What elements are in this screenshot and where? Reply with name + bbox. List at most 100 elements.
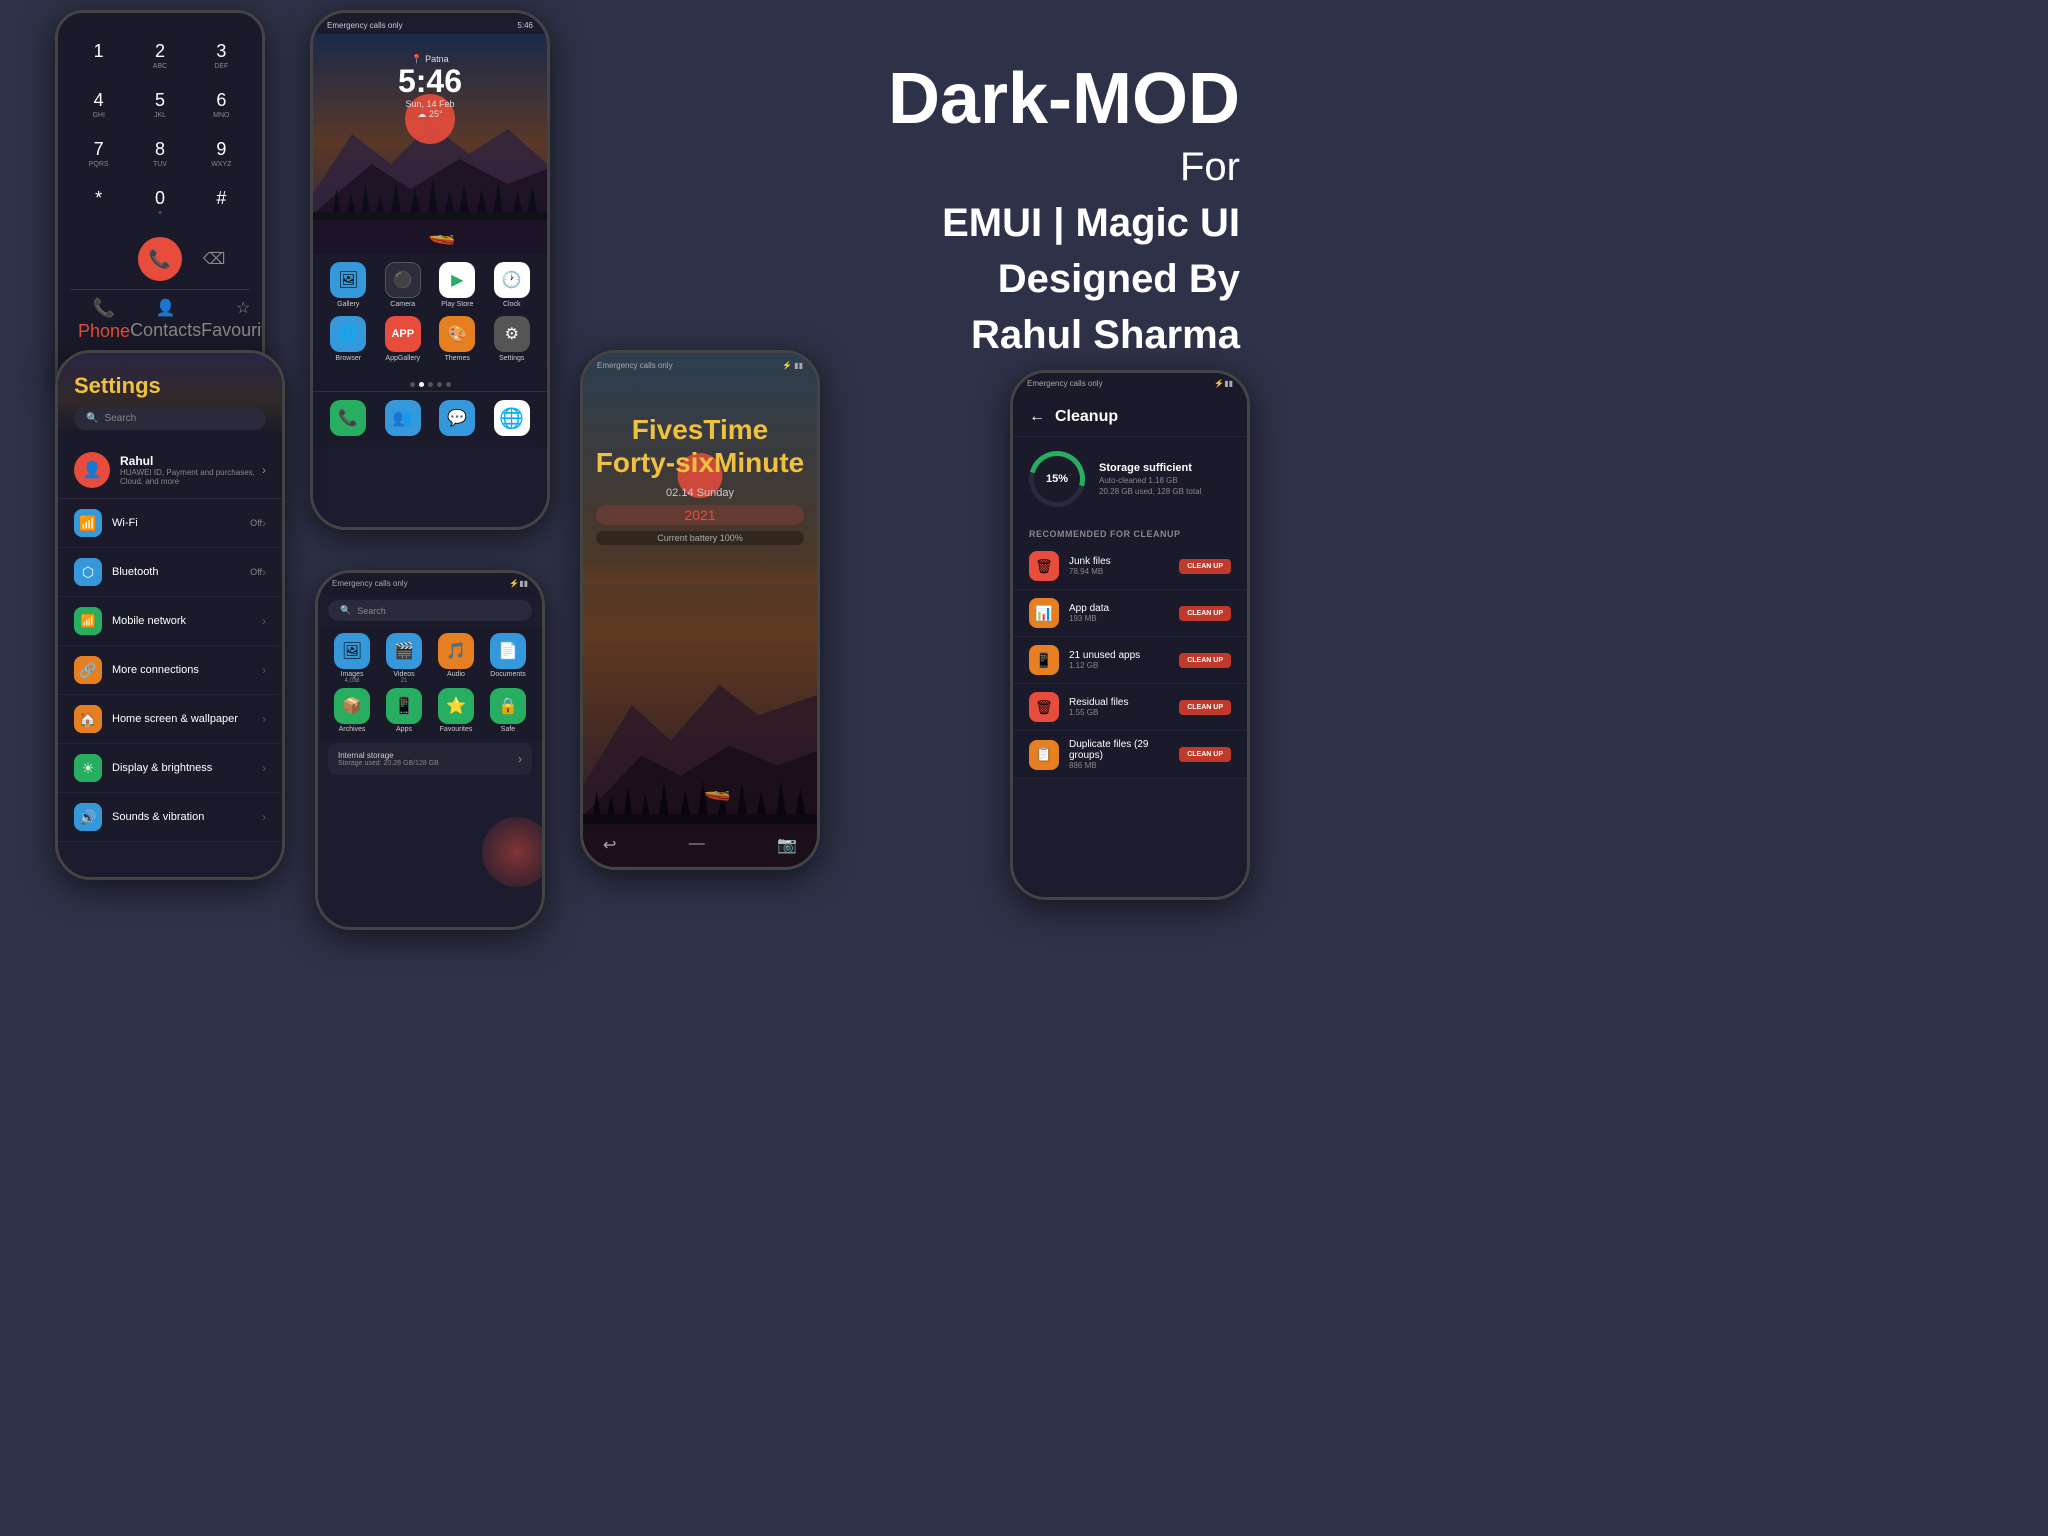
dot-4 bbox=[437, 382, 442, 387]
dot-3 bbox=[428, 382, 433, 387]
storage-info: Internal storage Storage used: 20.28 GB/… bbox=[338, 751, 439, 767]
settings-item-display[interactable]: ☀ Display & brightness › bbox=[58, 744, 282, 793]
dialer-key-star[interactable]: * bbox=[70, 180, 127, 225]
files-videos[interactable]: 🎬 Videos 21 bbox=[380, 633, 428, 684]
dialer-key-1[interactable]: 1 bbox=[70, 33, 127, 78]
dialer-key-hash[interactable]: # bbox=[193, 180, 250, 225]
dock-messages[interactable]: 💬 bbox=[433, 400, 481, 439]
app-clock[interactable]: 🕐 Clock bbox=[488, 262, 536, 308]
phone-dock-icon: 📞 bbox=[330, 400, 366, 436]
phone-tab[interactable]: 📞Phone bbox=[78, 298, 130, 344]
status-left: Emergency calls only bbox=[327, 21, 403, 30]
settings-item-more-connections[interactable]: 🔗 More connections › bbox=[58, 646, 282, 695]
profile-desc: HUAWEI ID, Payment and purchases, Cloud,… bbox=[120, 468, 262, 486]
apps-row-1: 🖼 Gallery ⚫ Camera ▶ Play Store 🕐 Clock bbox=[321, 262, 539, 308]
dialer-key-3[interactable]: 3DEF bbox=[193, 33, 250, 78]
clock-status-bar: Emergency calls only ⚡ ▮▮ bbox=[583, 361, 817, 370]
files-favourites[interactable]: ⭐ Favourites bbox=[432, 688, 480, 733]
cleanup-item-residual: 🗑 Residual files 1.55 GB CLEAN UP bbox=[1013, 684, 1247, 731]
app-camera[interactable]: ⚫ Camera bbox=[379, 262, 427, 308]
cleanup-info: Storage sufficient Auto-cleaned 1.18 GB … bbox=[1099, 462, 1231, 496]
settings-item-wifi[interactable]: 📶 Wi-Fi Off › bbox=[58, 499, 282, 548]
sound-icon: 🔊 bbox=[74, 803, 102, 831]
title-for: For bbox=[888, 139, 1240, 195]
files-images[interactable]: 🖼 Images 4,038 bbox=[328, 633, 376, 684]
camera-shortcut-icon[interactable]: 📷 bbox=[777, 835, 797, 855]
chrome-dock-icon: 🌐 bbox=[494, 400, 530, 436]
files-storage[interactable]: Internal storage Storage used: 20.28 GB/… bbox=[328, 743, 532, 775]
clock-icon: 🕐 bbox=[494, 262, 530, 298]
chevron-right-icon: › bbox=[262, 810, 266, 824]
clock-bottom-bar: ↩ — 📷 bbox=[583, 835, 817, 855]
sun-deco bbox=[482, 817, 542, 887]
playstore-icon: ▶ bbox=[439, 262, 475, 298]
files-documents[interactable]: 📄 Documents bbox=[484, 633, 532, 684]
home-wallpaper-icon: 🏠 bbox=[74, 705, 102, 733]
settings-profile[interactable]: 👤 Rahul HUAWEI ID, Payment and purchases… bbox=[58, 442, 282, 499]
home-screen: Emergency calls only 5:46 bbox=[313, 13, 547, 527]
settings-item-home[interactable]: 🏠 Home screen & wallpaper › bbox=[58, 695, 282, 744]
settings-item-sounds[interactable]: 🔊 Sounds & vibration › bbox=[58, 793, 282, 842]
clean-up-duplicate-button[interactable]: CLEAN UP bbox=[1179, 747, 1231, 762]
clean-up-residual-button[interactable]: CLEAN UP bbox=[1179, 700, 1231, 715]
home-apps-grid: 🖼 Gallery ⚫ Camera ▶ Play Store 🕐 Clock bbox=[313, 254, 547, 378]
chevron-right-icon: › bbox=[262, 614, 266, 628]
clock-time-line1: FivesTime bbox=[596, 413, 804, 447]
dialer-key-8[interactable]: 8TUV bbox=[131, 131, 188, 176]
favourites-tab[interactable]: ☆Favourites bbox=[201, 298, 262, 344]
phone-dialer: 1 2ABC 3DEF 4GHI 5JKL 6MNO 7PQRS 8TUV 9W… bbox=[55, 10, 265, 380]
app-gallery[interactable]: 🖼 Gallery bbox=[324, 262, 372, 308]
dialer-key-0[interactable]: 0+ bbox=[131, 180, 188, 225]
phone-files: Emergency calls only ⚡▮▮ 🔍 Search 🖼 Imag… bbox=[315, 570, 545, 930]
files-status-left: Emergency calls only bbox=[332, 579, 408, 588]
dialer-key-9[interactable]: 9WXYZ bbox=[193, 131, 250, 176]
cleanup-title: Cleanup bbox=[1055, 408, 1118, 426]
unused-apps-icon: 📱 bbox=[1029, 645, 1059, 675]
archives-icon: 📦 bbox=[334, 688, 370, 724]
dock-phone[interactable]: 📞 bbox=[324, 400, 372, 439]
dock-chrome[interactable]: 🌐 bbox=[488, 400, 536, 439]
images-icon: 🖼 bbox=[334, 633, 370, 669]
app-appgallery[interactable]: APP AppGallery bbox=[379, 316, 427, 362]
dock-contacts[interactable]: 👥 bbox=[379, 400, 427, 439]
dialer-key-7[interactable]: 7PQRS bbox=[70, 131, 127, 176]
app-playstore[interactable]: ▶ Play Store bbox=[433, 262, 481, 308]
dialer-key-5[interactable]: 5JKL bbox=[131, 82, 188, 127]
apps-row-2: 🌐 Browser APP AppGallery 🎨 Themes ⚙ Sett… bbox=[321, 316, 539, 362]
files-safe[interactable]: 🔒 Safe bbox=[484, 688, 532, 733]
home-wallpaper: 📍 Patna 5:46 Sun, 14 Feb ☁ 25° 🚤 bbox=[313, 34, 547, 254]
clean-up-junk-button[interactable]: CLEAN UP bbox=[1179, 559, 1231, 574]
chevron-right-icon: › bbox=[262, 663, 266, 677]
files-apps[interactable]: 📱 Apps bbox=[380, 688, 428, 733]
dialer-key-6[interactable]: 6MNO bbox=[193, 82, 250, 127]
clock-screen: Emergency calls only ⚡ ▮▮ bbox=[583, 353, 817, 867]
camera-icon: ⚫ bbox=[385, 262, 421, 298]
home-status-bar: Emergency calls only 5:46 bbox=[313, 13, 547, 34]
app-settings[interactable]: ⚙ Settings bbox=[488, 316, 536, 362]
auto-clean-info: Auto-cleaned 1.18 GB bbox=[1099, 476, 1231, 485]
files-archives[interactable]: 📦 Archives bbox=[328, 688, 376, 733]
settings-title: Settings bbox=[74, 373, 266, 399]
settings-search[interactable]: 🔍 Search bbox=[74, 407, 266, 430]
back-icon[interactable]: ↩ bbox=[603, 835, 616, 855]
call-button[interactable]: 📞 bbox=[138, 237, 182, 281]
title-platform: EMUI | Magic UI bbox=[888, 195, 1240, 251]
app-themes[interactable]: 🎨 Themes bbox=[433, 316, 481, 362]
chevron-right-icon: › bbox=[518, 752, 522, 766]
clock-status-left: Emergency calls only bbox=[597, 361, 673, 370]
back-button[interactable]: ← bbox=[1029, 408, 1045, 426]
more-connections-icon: 🔗 bbox=[74, 656, 102, 684]
app-browser[interactable]: 🌐 Browser bbox=[324, 316, 372, 362]
dialer-key-4[interactable]: 4GHI bbox=[70, 82, 127, 127]
delete-button[interactable]: ⌫ bbox=[198, 243, 230, 275]
clean-up-appdata-button[interactable]: CLEAN UP bbox=[1179, 606, 1231, 621]
clean-up-unused-button[interactable]: CLEAN UP bbox=[1179, 653, 1231, 668]
settings-item-mobile[interactable]: 📶 Mobile network › bbox=[58, 597, 282, 646]
settings-item-bluetooth[interactable]: ⬡ Bluetooth Off › bbox=[58, 548, 282, 597]
dialer-key-2[interactable]: 2ABC bbox=[131, 33, 188, 78]
phone-home: Emergency calls only 5:46 bbox=[310, 10, 550, 530]
files-audio[interactable]: 🎵 Audio bbox=[432, 633, 480, 684]
cleanup-summary: 15% Storage sufficient Auto-cleaned 1.18… bbox=[1013, 437, 1247, 521]
contacts-tab[interactable]: 👤Contacts bbox=[130, 298, 201, 344]
files-search[interactable]: 🔍 Search bbox=[328, 600, 532, 621]
